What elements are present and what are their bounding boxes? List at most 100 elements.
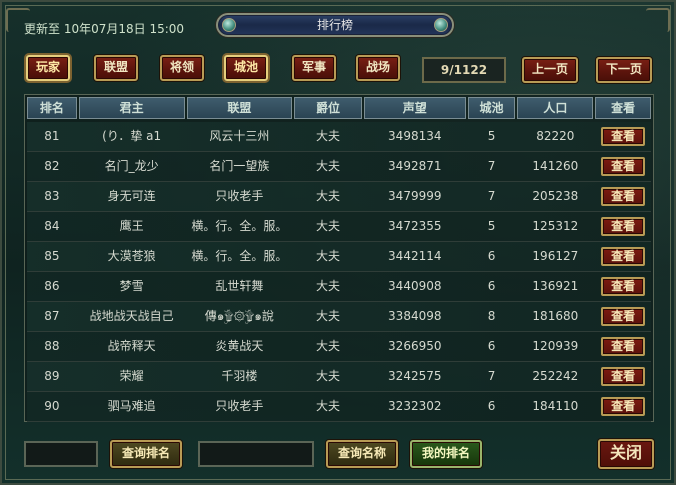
title-cell: 大夫	[316, 309, 341, 323]
column-header-view: 查看	[595, 97, 652, 119]
table-row: 87 战地战天战自己 傳๑ۣۜ۩۞۩ۣۜ๑說 大夫 3384098 8 1816…	[27, 302, 651, 332]
rank-cell: 88	[44, 339, 60, 353]
view-cell: 查看	[595, 272, 651, 301]
view-button[interactable]: 查看	[601, 247, 646, 266]
population-cell: 82220	[536, 129, 575, 143]
gem-icon	[222, 18, 236, 32]
lord-cell: (り．挚 a1	[102, 129, 162, 143]
lord-cell: 大漠苍狼	[107, 249, 156, 263]
table-row: 90 驷马难追 只收老手 大夫 3232302 6 184110 查看	[27, 392, 651, 422]
query-rank-button[interactable]: 查询排名	[110, 440, 182, 468]
title-cell: 大夫	[316, 279, 341, 293]
view-cell: 查看	[595, 362, 651, 391]
view-cell: 查看	[595, 122, 651, 151]
view-button[interactable]: 查看	[601, 397, 646, 416]
tab-battlefield[interactable]: 战场	[356, 55, 400, 81]
tab-general[interactable]: 将领	[160, 55, 204, 81]
title-cell: 大夫	[316, 339, 341, 353]
rank-cell: 86	[44, 279, 60, 293]
population-cell: 181680	[532, 309, 579, 323]
cities-cell: 6	[487, 279, 496, 293]
view-button[interactable]: 查看	[601, 307, 646, 326]
table-row: 81 (り．挚 a1 风云十三州 大夫 3498134 5 82220 查看	[27, 122, 651, 152]
corner-ornament-right	[646, 8, 670, 32]
column-header-cities: 城池	[467, 97, 516, 119]
rank-cell: 82	[44, 159, 60, 173]
view-cell: 查看	[595, 242, 651, 271]
title-cell: 大夫	[316, 249, 341, 263]
name-search-input[interactable]	[198, 441, 314, 467]
lord-cell: 名门_龙少	[104, 159, 159, 173]
tab-military[interactable]: 军事	[292, 55, 336, 81]
prestige-cell: 3440908	[388, 279, 442, 293]
alliance-cell: 风云十三州	[209, 129, 270, 143]
prestige-cell: 3498134	[388, 129, 442, 143]
update-time-text: 更新至 10年07月18日 15:00	[24, 22, 185, 36]
table-row: 86 梦雪 乱世轩舞 大夫 3440908 6 136921 查看	[27, 272, 651, 302]
column-header-prestige: 声望	[363, 97, 466, 119]
cities-cell: 7	[487, 189, 496, 203]
my-rank-button[interactable]: 我的排名	[410, 440, 482, 468]
cities-cell: 6	[487, 249, 496, 263]
title-cell: 大夫	[316, 159, 341, 173]
view-cell: 查看	[595, 392, 651, 421]
alliance-cell: 横。行。全。服。	[191, 219, 288, 233]
tab-city[interactable]: 城池	[224, 55, 268, 81]
column-header-alliance: 联盟	[186, 97, 293, 119]
rank-search-input[interactable]	[24, 441, 98, 467]
close-button[interactable]: 关闭	[598, 439, 654, 469]
prestige-cell: 3479999	[388, 189, 442, 203]
column-header-lord: 君主	[78, 97, 185, 119]
rank-cell: 90	[44, 399, 60, 413]
population-cell: 252242	[532, 369, 579, 383]
alliance-cell: 傳๑ۣۜ۩۞۩ۣۜ๑說	[204, 309, 274, 323]
cities-cell: 5	[487, 129, 496, 143]
alliance-cell: 只收老手	[215, 189, 264, 203]
view-button[interactable]: 查看	[601, 187, 646, 206]
alliance-cell: 名门一望族	[209, 159, 270, 173]
tab-alliance[interactable]: 联盟	[94, 55, 138, 81]
view-cell: 查看	[595, 302, 651, 331]
lord-cell: 身无可连	[107, 189, 156, 203]
view-button[interactable]: 查看	[601, 277, 646, 296]
tab-player[interactable]: 玩家	[26, 55, 70, 81]
cities-cell: 6	[487, 339, 496, 353]
lord-cell: 驷马难追	[107, 399, 156, 413]
prev-page-button[interactable]: 上一页	[522, 57, 578, 83]
cities-cell: 7	[487, 369, 496, 383]
view-cell: 查看	[595, 212, 651, 241]
window-title: 排行榜	[316, 18, 353, 32]
table-row: 84 鹰王 横。行。全。服。 大夫 3472355 5 125312 查看	[27, 212, 651, 242]
table-row: 82 名门_龙少 名门一望族 大夫 3492871 7 141260 查看	[27, 152, 651, 182]
population-cell: 184110	[532, 399, 579, 413]
rank-cell: 84	[44, 219, 60, 233]
rank-cell: 87	[44, 309, 60, 323]
next-page-button[interactable]: 下一页	[596, 57, 652, 83]
column-header-rank: 排名	[27, 97, 77, 119]
prestige-cell: 3242575	[388, 369, 442, 383]
cities-cell: 6	[487, 399, 496, 413]
prestige-cell: 3492871	[388, 159, 442, 173]
population-cell: 125312	[532, 219, 579, 233]
query-name-button[interactable]: 查询名称	[326, 440, 398, 468]
view-cell: 查看	[595, 332, 651, 361]
title-cell: 大夫	[316, 189, 341, 203]
ranking-window: 更新至 10年07月18日 15:00 排行榜 玩家 联盟 将领 城池 军事 战…	[0, 0, 676, 485]
lord-cell: 战地战天战自己	[89, 309, 174, 323]
view-cell: 查看	[595, 182, 651, 211]
table-row: 85 大漠苍狼 横。行。全。服。 大夫 3442114 6 196127 查看	[27, 242, 651, 272]
ranking-table: 排名 君主 联盟 爵位 声望 城池 人口 查看 81 (り．挚 a1 风云十三州…	[24, 94, 654, 422]
alliance-cell: 千羽楼	[221, 369, 258, 383]
rank-cell: 81	[44, 129, 60, 143]
view-button[interactable]: 查看	[601, 157, 646, 176]
view-button[interactable]: 查看	[601, 127, 646, 146]
population-cell: 136921	[532, 279, 579, 293]
alliance-cell: 乱世轩舞	[215, 279, 264, 293]
table-row: 89 荣耀 千羽楼 大夫 3242575 7 252242 查看	[27, 362, 651, 392]
view-button[interactable]: 查看	[601, 217, 646, 236]
population-cell: 205238	[532, 189, 579, 203]
view-button[interactable]: 查看	[601, 337, 646, 356]
view-button[interactable]: 查看	[601, 367, 646, 386]
gem-icon	[434, 18, 448, 32]
rank-cell: 83	[44, 189, 60, 203]
